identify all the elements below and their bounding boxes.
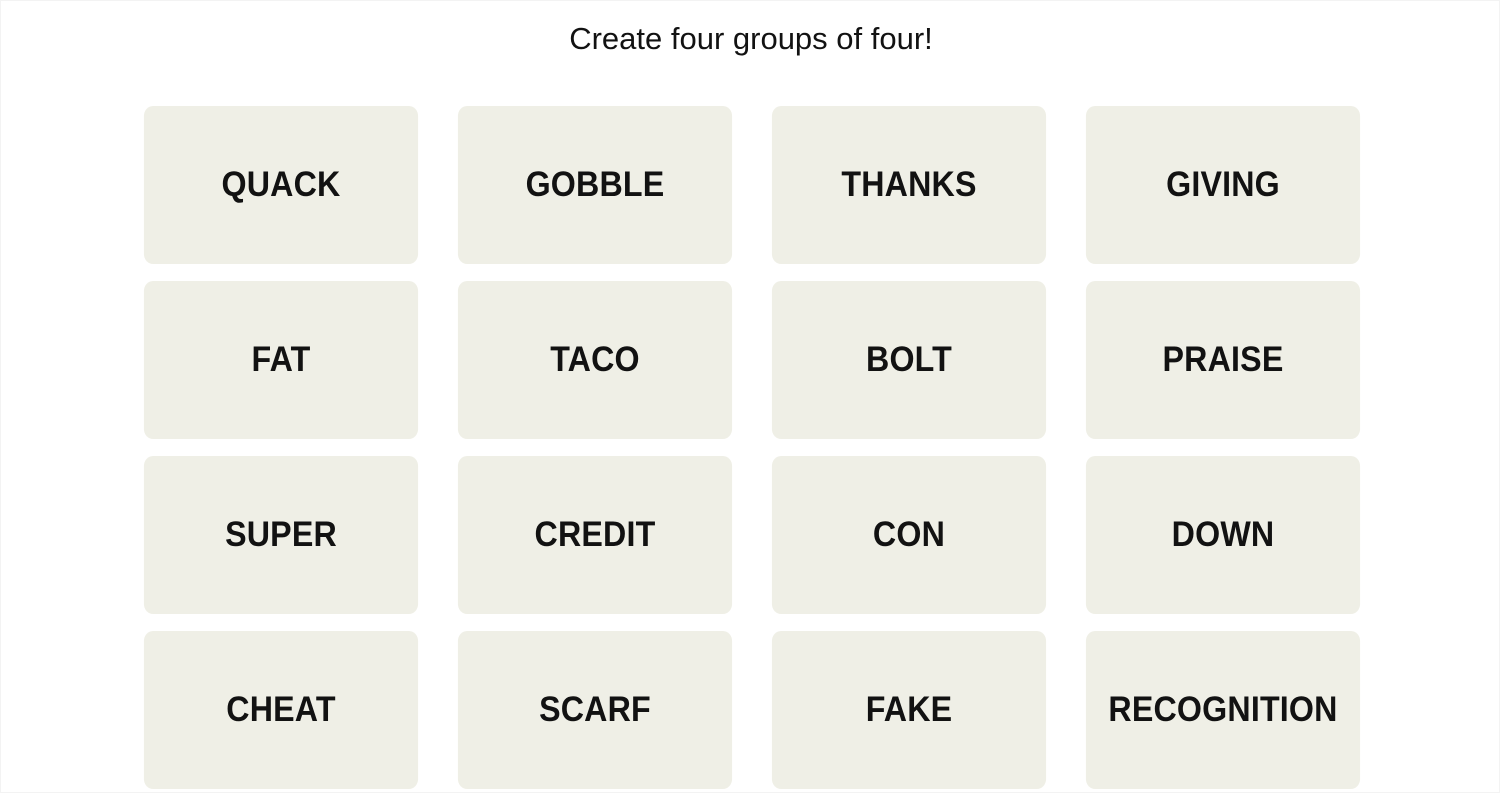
word-tile[interactable]: CHEAT — [143, 631, 419, 789]
tile-word: TACO — [550, 340, 640, 379]
word-tile[interactable]: QUACK — [143, 106, 419, 264]
word-tile[interactable]: PRAISE — [1085, 281, 1361, 439]
game-instructions: Create four groups of four! — [569, 21, 933, 56]
word-tile[interactable]: THANKS — [771, 106, 1047, 264]
tile-word: FAKE — [865, 690, 953, 729]
tile-word: CON — [872, 515, 946, 554]
tile-word: BOLT — [866, 340, 952, 379]
tile-word: THANKS — [841, 165, 977, 204]
word-tile[interactable]: BOLT — [771, 281, 1047, 439]
tile-word: CHEAT — [226, 690, 336, 729]
word-tile[interactable]: GOBBLE — [457, 106, 733, 264]
tile-word: DOWN — [1171, 515, 1275, 554]
word-tile[interactable]: FAT — [143, 281, 419, 439]
tile-word: SUPER — [225, 515, 337, 554]
word-tile[interactable]: DOWN — [1085, 456, 1361, 614]
tile-word: CREDIT — [534, 515, 656, 554]
word-tile[interactable]: GIVING — [1085, 106, 1361, 264]
word-tile[interactable]: CREDIT — [457, 456, 733, 614]
word-grid: QUACK GOBBLE THANKS GIVING FAT TACO BOLT… — [132, 106, 1371, 789]
word-tile[interactable]: CON — [771, 456, 1047, 614]
tile-word: RECOGNITION — [1108, 690, 1338, 729]
word-tile[interactable]: TACO — [457, 281, 733, 439]
tile-word: QUACK — [221, 165, 341, 204]
tile-word: SCARF — [539, 690, 651, 729]
tile-word: PRAISE — [1162, 340, 1284, 379]
word-tile[interactable]: FAKE — [771, 631, 1047, 789]
tile-word: GOBBLE — [525, 165, 665, 204]
tile-word: FAT — [251, 340, 311, 379]
word-tile[interactable]: SCARF — [457, 631, 733, 789]
word-tile[interactable]: RECOGNITION — [1085, 631, 1361, 789]
word-tile[interactable]: SUPER — [143, 456, 419, 614]
tile-word: GIVING — [1166, 165, 1280, 204]
